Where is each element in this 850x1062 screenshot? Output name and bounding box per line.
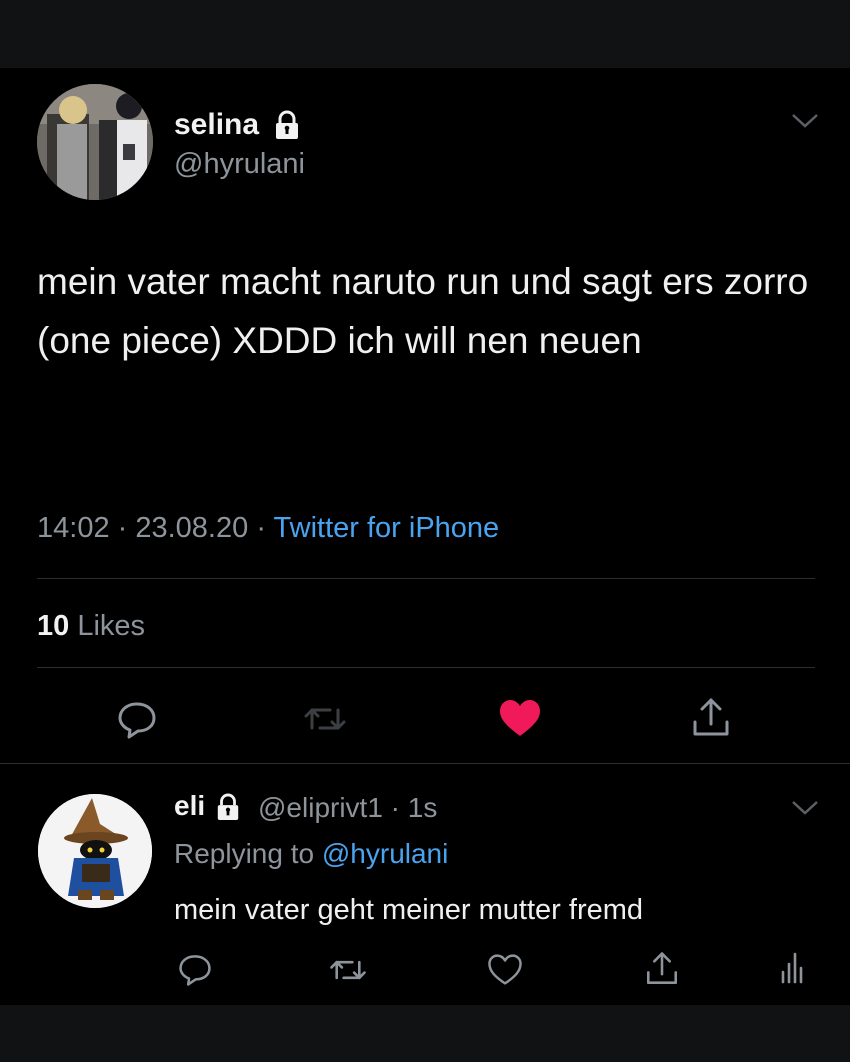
meta-separator: · [256,512,274,544]
divider [37,578,815,579]
tweet-meta: 14:02 · 23.08.20 · Twitter for iPhone [37,512,499,545]
bottom-bar [0,1005,850,1062]
reply-author-name[interactable]: eli [174,790,205,821]
retweet-icon [304,708,346,730]
tweet-time: 14:02 [37,512,110,544]
replying-to-label: Replying to [174,838,315,869]
likes-label: Likes [77,610,146,642]
reply-age: 1s [407,792,438,823]
tweet-date: 23.08.20 [135,512,249,544]
reply-icon[interactable] [116,700,158,740]
chevron-down-icon[interactable] [791,800,819,816]
author-avatar[interactable] [37,84,153,200]
analytics-icon[interactable] [779,952,805,984]
meta-separator: · [117,512,136,544]
tweet-source-link[interactable]: Twitter for iPhone [274,512,500,544]
replying-to-handle[interactable]: @hyrulani [322,838,448,869]
replying-to: Replying to @hyrulani [174,838,448,870]
lock-icon [217,793,239,820]
reply-meta: @eliprivt1 · 1s [258,792,437,824]
divider [37,667,815,668]
reply-icon[interactable] [177,953,213,987]
reply-header: eli [174,790,205,822]
likes-count: 10 [37,610,70,642]
author-handle[interactable]: @hyrulani [174,148,305,181]
heart-icon[interactable] [487,953,523,986]
chevron-down-icon[interactable] [791,113,819,129]
retweet-icon[interactable] [328,955,368,985]
author-name[interactable]: selina [174,108,259,142]
heart-icon[interactable] [498,698,542,738]
tweet-text: mein vater macht naruto run und sagt ers… [37,261,809,361]
divider [0,763,850,764]
likes-stat[interactable]: 10 Likes [37,610,145,643]
reply-author-handle[interactable]: @eliprivt1 [258,792,383,823]
reply-text: mein vater geht meiner mutter fremd [174,894,644,926]
top-bar [0,0,850,68]
share-icon[interactable] [644,950,680,988]
share-icon[interactable] [690,696,732,740]
lock-icon [276,110,298,139]
meta-separator: · [382,792,408,823]
reply-avatar[interactable] [38,794,152,908]
